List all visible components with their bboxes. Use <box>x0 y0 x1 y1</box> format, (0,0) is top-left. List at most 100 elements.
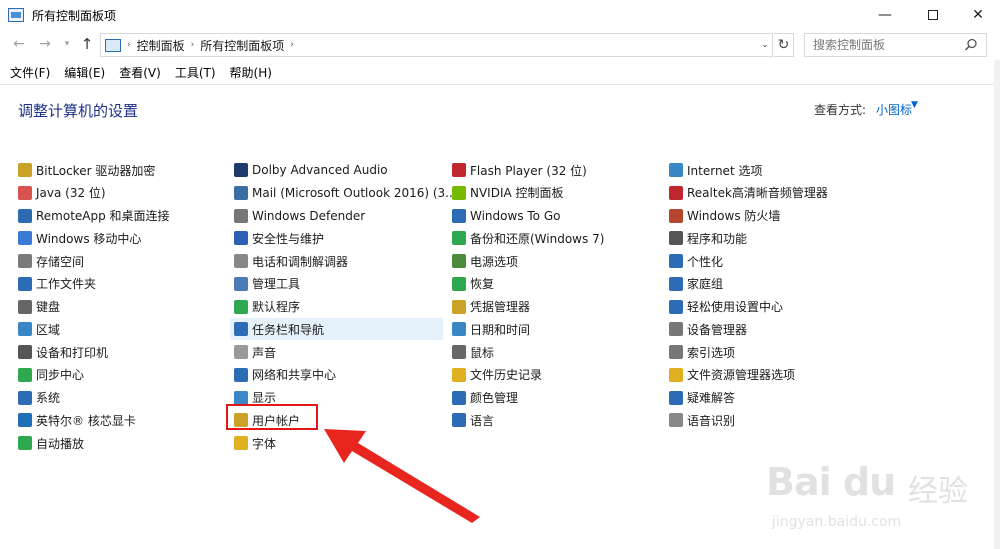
breadcrumb-separator[interactable]: › <box>127 40 131 50</box>
control-panel-item[interactable]: 设备和打印机 <box>18 341 108 363</box>
control-panel-item[interactable]: 备份和还原(Windows 7) <box>452 227 604 249</box>
window-title: 所有控制面板项 <box>32 8 117 23</box>
page-title: 调整计算机的设置 <box>18 102 139 120</box>
address-dropdown-button[interactable]: ⌄ <box>757 33 773 57</box>
control-panel-item[interactable]: 管理工具 <box>234 273 300 295</box>
control-panel-item-label: 自动播放 <box>36 436 85 451</box>
control-panel-item[interactable]: 索引选项 <box>669 341 735 363</box>
control-panel-item[interactable]: 英特尔® 核芯显卡 <box>18 409 136 431</box>
recovery-icon <box>452 276 466 291</box>
control-panel-item[interactable]: 设备管理器 <box>669 318 747 340</box>
menu-view[interactable]: 查看(V) <box>119 64 161 81</box>
control-panel-item[interactable]: 电源选项 <box>452 250 518 272</box>
control-panel-item[interactable]: 网络和共享中心 <box>234 364 336 386</box>
control-panel-item[interactable]: 日期和时间 <box>452 318 530 340</box>
control-panel-item-label: Flash Player (32 位) <box>470 163 587 178</box>
control-panel-item[interactable]: Windows 移动中心 <box>18 227 141 249</box>
control-panel-item[interactable]: 个性化 <box>669 250 723 272</box>
menu-bar: 文件(F) 编辑(E) 查看(V) 工具(T) 帮助(H) <box>0 62 1000 82</box>
control-panel-item[interactable]: 安全性与维护 <box>234 227 324 249</box>
breadcrumb-control-panel[interactable]: 控制面板 <box>137 37 185 54</box>
bitlocker-icon <box>18 163 32 177</box>
control-panel-item[interactable]: 工作文件夹 <box>18 273 96 295</box>
control-panel-item-label: 颜色管理 <box>470 391 519 405</box>
control-panel-item[interactable]: Flash Player (32 位) <box>452 159 587 181</box>
control-panel-item[interactable]: BitLocker 驱动器加密 <box>18 159 155 181</box>
control-panel-item[interactable]: 文件资源管理器选项 <box>669 364 795 386</box>
close-button[interactable]: ✕ <box>955 0 1000 30</box>
back-button[interactable]: ← <box>10 35 28 53</box>
control-panel-item[interactable]: 默认程序 <box>234 296 300 318</box>
maximize-button[interactable] <box>910 0 956 30</box>
control-panel-item[interactable]: Mail (Microsoft Outlook 2016) (3... <box>234 182 457 204</box>
control-panel-item-label: 字体 <box>252 436 277 451</box>
scrollbar[interactable] <box>994 60 1000 549</box>
windows-to-go-icon <box>452 208 466 223</box>
control-panel-item[interactable]: 文件历史记录 <box>452 364 542 386</box>
control-panel-item[interactable]: RemoteApp 和桌面连接 <box>18 205 170 227</box>
control-panel-item[interactable]: 程序和功能 <box>669 227 747 249</box>
control-panel-item[interactable]: 任务栏和导航 <box>230 318 443 341</box>
explorer-options-icon <box>669 367 683 382</box>
control-panel-item-label: Realtek高清晰音频管理器 <box>687 186 828 201</box>
control-panel-item[interactable]: Windows Defender <box>234 205 365 227</box>
breadcrumb-separator[interactable]: › <box>290 40 294 50</box>
phone-modem-icon <box>234 254 248 268</box>
view-by-dropdown[interactable]: 小图标 <box>876 101 912 118</box>
recent-locations-button[interactable]: ▾ <box>58 35 76 53</box>
control-panel-item[interactable]: 系统 <box>18 387 60 409</box>
search-input[interactable] <box>804 33 987 57</box>
control-panel-item-label: 英特尔® 核芯显卡 <box>36 413 136 428</box>
control-panel-item[interactable]: Java (32 位) <box>18 182 106 204</box>
control-panel-item[interactable]: 疑难解答 <box>669 387 735 409</box>
control-panel-item[interactable]: 凭据管理器 <box>452 296 530 318</box>
control-panel-item[interactable]: 区域 <box>18 318 60 340</box>
control-panel-item[interactable]: 轻松使用设置中心 <box>669 296 783 318</box>
control-panel-item-label: 个性化 <box>687 254 724 269</box>
sync-center-icon <box>18 367 32 382</box>
menu-tools[interactable]: 工具(T) <box>175 64 216 81</box>
control-panel-item[interactable]: 鼠标 <box>452 341 494 363</box>
dolby-icon <box>234 163 248 177</box>
watermark-name: 经验 <box>908 474 968 509</box>
color-management-icon <box>452 390 466 405</box>
control-panel-item[interactable]: 同步中心 <box>18 364 84 386</box>
control-panel-item-label: 键盘 <box>36 300 61 314</box>
breadcrumb-all-items[interactable]: 所有控制面板项 <box>200 37 284 54</box>
control-panel-item-label: 程序和功能 <box>687 231 748 246</box>
refresh-button[interactable]: ↻ <box>774 33 794 57</box>
control-panel-item[interactable]: 恢复 <box>452 273 494 295</box>
address-bar[interactable]: › 控制面板 › 所有控制面板项 › <box>100 33 773 57</box>
breadcrumb-separator[interactable]: › <box>191 40 195 50</box>
menu-edit[interactable]: 编辑(E) <box>64 64 105 81</box>
control-panel-item[interactable]: Dolby Advanced Audio <box>234 159 388 181</box>
control-panel-item-label: 鼠标 <box>470 345 495 360</box>
storage-spaces-icon <box>18 254 32 268</box>
forward-button[interactable]: → <box>36 35 54 53</box>
control-panel-item[interactable]: 字体 <box>234 432 276 454</box>
control-panel-item[interactable]: 电话和调制解调器 <box>234 250 348 272</box>
control-panel-item-label: Windows 防火墙 <box>687 209 781 223</box>
search-icon[interactable] <box>963 37 979 53</box>
control-panel-item[interactable]: Internet 选项 <box>669 159 762 181</box>
chevron-down-icon[interactable]: ▼ <box>911 100 918 110</box>
minimize-button[interactable]: — <box>862 0 908 30</box>
control-panel-item[interactable]: NVIDIA 控制面板 <box>452 182 564 204</box>
control-panel-item[interactable]: Realtek高清晰音频管理器 <box>669 182 828 204</box>
autoplay-icon <box>18 436 32 450</box>
credential-manager-icon <box>452 299 466 314</box>
control-panel-item[interactable]: 声音 <box>234 341 276 363</box>
control-panel-icon <box>8 8 24 22</box>
control-panel-item[interactable]: Windows To Go <box>452 205 560 227</box>
control-panel-item[interactable]: 语音识别 <box>669 409 735 431</box>
control-panel-item-label: 默认程序 <box>252 300 301 314</box>
control-panel-item[interactable]: 存储空间 <box>18 250 84 272</box>
control-panel-item[interactable]: Windows 防火墙 <box>669 205 780 227</box>
up-button[interactable]: ↑ <box>78 35 96 53</box>
control-panel-item-label: 备份和还原(Windows 7) <box>470 231 605 246</box>
control-panel-item[interactable]: 家庭组 <box>669 273 723 295</box>
control-panel-item[interactable]: 键盘 <box>18 296 60 318</box>
control-panel-item[interactable]: 自动播放 <box>18 432 84 454</box>
menu-help[interactable]: 帮助(H) <box>230 64 272 81</box>
menu-file[interactable]: 文件(F) <box>10 64 50 81</box>
